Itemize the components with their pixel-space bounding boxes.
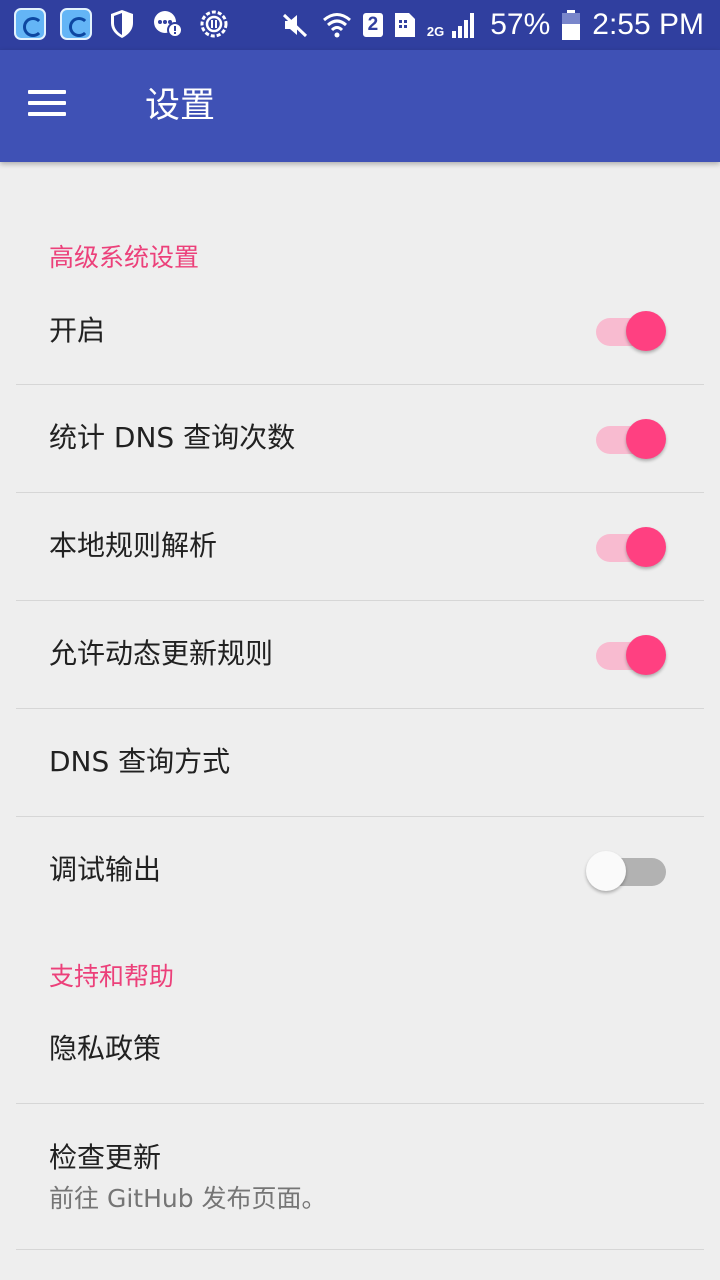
pref-title: 统计 DNS 查询次数 (49, 421, 296, 454)
switch-thumb (626, 635, 666, 675)
page-title: 设置 (145, 86, 216, 126)
wifi-icon (321, 9, 353, 41)
switch-thumb (626, 419, 666, 459)
section-header-advanced: 高级系统设置 (49, 243, 200, 272)
pref-title: 本地规则解析 (49, 529, 218, 562)
signal-icon (448, 9, 480, 41)
battery-percent: 57% (490, 8, 551, 41)
section-header-support: 支持和帮助 (49, 962, 175, 991)
pref-title: DNS 查询方式 (49, 745, 231, 778)
divider (16, 1249, 704, 1250)
pref-title: 允许动态更新规则 (49, 637, 274, 670)
app-icon (14, 8, 46, 40)
battery-icon (560, 9, 582, 41)
pref-title: 隐私政策 (49, 1032, 162, 1065)
pref-dns-query-method[interactable]: DNS 查询方式 (16, 708, 704, 816)
pref-dynamic-rule-update[interactable]: 允许动态更新规则 (16, 600, 704, 708)
pref-local-rules[interactable]: 本地规则解析 (16, 492, 704, 600)
status-bar: 2 2G 57% 2:55 PM (0, 0, 720, 50)
data-icon (393, 9, 417, 41)
pref-title: 调试输出 (49, 853, 162, 886)
switch-thumb (586, 851, 626, 891)
pref-title: 检查更新 (49, 1141, 162, 1174)
mute-icon (279, 9, 311, 41)
settings-list[interactable]: 10000 高级系统设置 开启 统计 DNS 查询次数 本地规则解析 允许动态更… (0, 136, 720, 1280)
pref-privacy-policy[interactable]: 隐私政策 (16, 996, 704, 1104)
hamburger-menu-icon[interactable] (28, 86, 68, 126)
pref-enable[interactable]: 开启 (16, 276, 704, 384)
clock: 2:55 PM (592, 8, 704, 41)
app-bar: 设置 (0, 50, 720, 162)
pause-icon (198, 8, 230, 40)
chat-alert-icon (152, 8, 184, 40)
local-rules-switch[interactable] (596, 525, 668, 567)
pref-check-update[interactable]: 检查更新 前往 GitHub 发布页面。 (16, 1103, 704, 1249)
pref-dns-query-count[interactable]: 统计 DNS 查询次数 (16, 384, 704, 492)
sim-badge: 2 (362, 13, 383, 37)
network-type-label: 2G (426, 23, 445, 39)
pref-title: 开启 (49, 314, 106, 347)
dynamic-rule-update-switch[interactable] (596, 633, 668, 675)
debug-output-switch[interactable] (586, 849, 670, 891)
dns-query-count-switch[interactable] (596, 417, 668, 459)
pref-summary: 前往 GitHub 发布页面。 (49, 1184, 327, 1213)
shield-icon (106, 8, 138, 40)
switch-thumb (626, 527, 666, 567)
app-icon (60, 8, 92, 40)
pref-debug-output[interactable]: 调试输出 (16, 816, 704, 924)
switch-thumb (626, 311, 666, 351)
enable-switch[interactable] (596, 309, 668, 351)
